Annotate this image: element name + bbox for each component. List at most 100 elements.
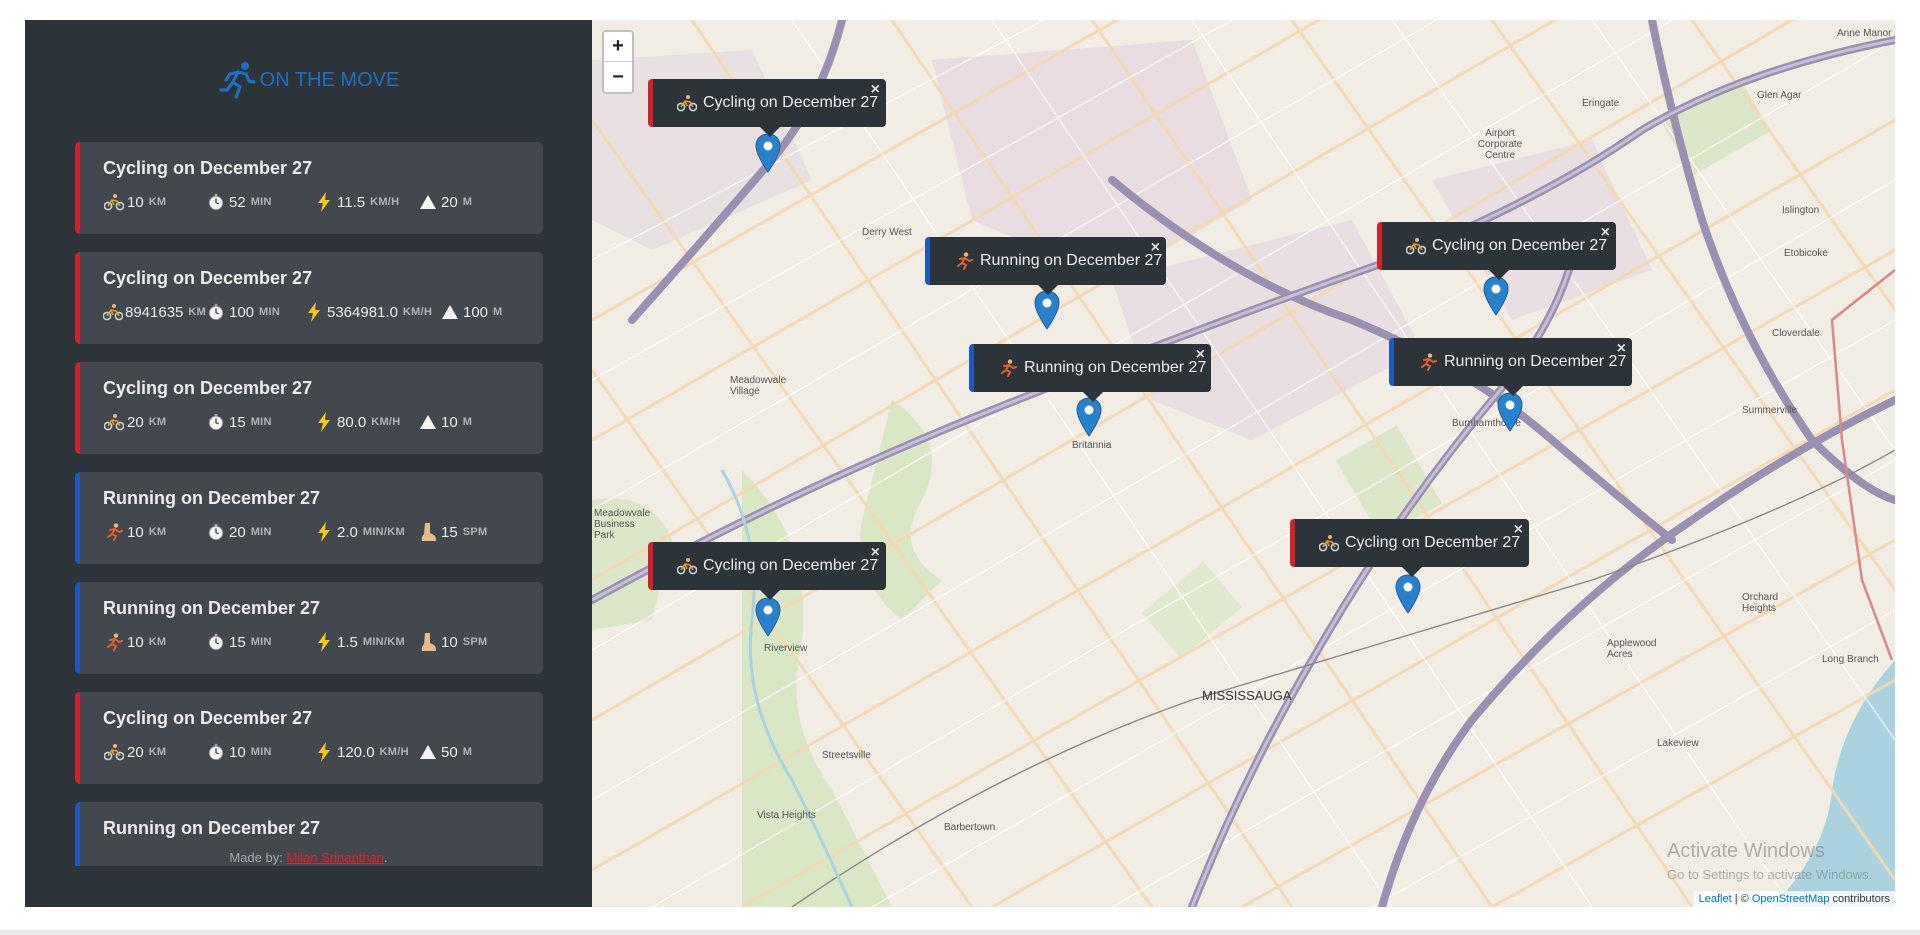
popup-text: Cycling on December 27 — [703, 94, 879, 111]
workout-details: 10 km 20 min 2.0 min/km 15 spm — [103, 522, 543, 542]
popup-text: Cycling on December 27 — [703, 557, 879, 574]
workout-popup[interactable]: Running on December 27 × — [1389, 338, 1632, 396]
extra-value: 10 — [441, 413, 458, 431]
map[interactable]: MISSISSAUGA Britannia Riverview Meadowva… — [592, 20, 1895, 907]
map-label-streetsville: Streetsville — [822, 750, 871, 761]
workout-popup[interactable]: Cycling on December 27 × — [1377, 222, 1616, 280]
distance-detail: 20 km — [103, 412, 205, 432]
workout-title: Running on December 27 — [103, 598, 321, 618]
map-marker-icon[interactable] — [755, 133, 781, 173]
zoom-in-button[interactable]: + — [604, 32, 632, 62]
foot-icon — [417, 522, 439, 542]
map-label-meadowvale-business-park: Meadowvale Business Park — [594, 508, 651, 541]
speed-detail: 1.5 min/km — [313, 632, 417, 652]
workout-popup[interactable]: Cycling on December 27 × — [648, 542, 886, 600]
workout-popup[interactable]: Running on December 27 × — [925, 237, 1166, 295]
map-marker-icon[interactable] — [1034, 290, 1060, 330]
close-icon[interactable]: × — [871, 81, 880, 99]
distance-unit: km — [148, 196, 167, 208]
distance-value: 20 — [127, 743, 144, 761]
workout-details: 10 km 52 min 11.5 km/h 20 m — [103, 192, 543, 212]
workout-popup[interactable]: Cycling on December 27 × — [648, 79, 886, 137]
speed-unit: km/h — [402, 306, 433, 318]
leaflet-link[interactable]: Leaflet — [1699, 893, 1732, 905]
lightning-icon — [313, 192, 335, 212]
footer: Made by: Milan Srinanthan. — [25, 850, 592, 865]
zoom-out-button[interactable]: − — [604, 62, 632, 92]
bicycle-icon — [103, 742, 125, 762]
distance-detail: 10 km — [103, 632, 205, 652]
author-link[interactable]: Milan Srinanthan — [286, 850, 384, 865]
map-label-vista-heights: Vista Heights — [757, 810, 816, 821]
map-marker-icon[interactable] — [755, 597, 781, 637]
workout-card[interactable]: Running on December 27 10 km 15 min 1.5 min/km… — [75, 582, 543, 674]
map-label-airport-corporate-centre: Airport Corporate Centre — [1477, 128, 1523, 161]
close-icon[interactable]: × — [1514, 521, 1523, 539]
runner-icon — [103, 632, 125, 652]
workout-card[interactable]: Running on December 27 10 km 20 min 2.0 min/km… — [75, 472, 543, 564]
workout-popup[interactable]: Cycling on December 27 × — [1290, 519, 1529, 577]
elevation-icon — [439, 302, 461, 322]
distance-value: 20 — [127, 413, 144, 431]
speed-detail: 80.0 km/h — [313, 412, 417, 432]
close-icon[interactable]: × — [1196, 346, 1205, 364]
osm-link[interactable]: OpenStreetMap — [1752, 893, 1830, 905]
map-label-riverview: Riverview — [764, 643, 808, 654]
extra-unit: m — [462, 196, 473, 208]
duration-detail: 15 min — [205, 412, 313, 432]
lightning-icon — [313, 742, 335, 762]
workout-card[interactable]: Cycling on December 27 20 km 10 min 120.0 km/h… — [75, 692, 543, 784]
duration-unit: min — [250, 636, 272, 648]
extra-detail: 10 spm — [417, 632, 487, 652]
close-icon[interactable]: × — [1617, 340, 1626, 358]
workout-card[interactable]: Cycling on December 27 8941635 km 100 min 536… — [75, 252, 543, 344]
duration-value: 52 — [229, 193, 246, 211]
workout-title: Cycling on December 27 — [103, 268, 313, 288]
close-icon[interactable]: × — [871, 544, 880, 562]
runner-icon — [998, 359, 1018, 377]
close-icon[interactable]: × — [1601, 224, 1610, 242]
duration-value: 10 — [229, 743, 246, 761]
speed-unit: km/h — [370, 196, 400, 208]
duration-unit: min — [259, 306, 281, 318]
workout-details: 10 km 15 min 1.5 min/km 10 spm — [103, 632, 543, 652]
map-tiles — [592, 20, 1895, 907]
workout-card[interactable]: Cycling on December 27 10 km 52 min 11.5 km/h 2… — [75, 142, 543, 234]
runner-icon — [954, 252, 974, 270]
speed-detail: 2.0 min/km — [313, 522, 417, 542]
duration-detail: 100 min — [205, 302, 303, 322]
popup-text: Cycling on December 27 — [1432, 237, 1608, 254]
map-marker-icon[interactable] — [1076, 397, 1102, 437]
workout-list[interactable]: Cycling on December 27 10 km 52 min 11.5 km/h 2… — [75, 142, 543, 866]
map-label-meadowvale-village: Meadowvale Village — [730, 375, 787, 397]
map-label-applewood-acres: Applewood Acres — [1607, 638, 1657, 660]
map-label-eringate: Eringate — [1582, 98, 1620, 109]
workout-details: 8941635 km 100 min 5364981.0 km/h 100 m — [103, 302, 543, 322]
duration-detail: 10 min — [205, 742, 313, 762]
distance-value: 10 — [127, 193, 144, 211]
distance-unit: km — [148, 526, 167, 538]
workout-details: 20 km 15 min 80.0 km/h 10 m — [103, 412, 543, 432]
duration-detail: 52 min — [205, 192, 313, 212]
bicycle-icon — [103, 302, 123, 322]
popup-tip — [759, 590, 780, 600]
distance-unit: km — [148, 416, 167, 428]
map-label-britannia: Britannia — [1072, 440, 1112, 451]
workout-popup[interactable]: Running on December 27 × — [969, 344, 1211, 402]
speed-unit: min/km — [362, 526, 405, 538]
workout-details: 20 km 10 min 120.0 km/h 50 m — [103, 742, 543, 762]
map-label-lakeview: Lakeview — [1657, 738, 1699, 749]
sidebar: ON THE MOVE Cycling on December 27 10 km 52… — [25, 20, 592, 907]
speed-value: 1.5 — [337, 633, 358, 651]
duration-detail: 20 min — [205, 522, 313, 542]
workout-card[interactable]: Cycling on December 27 20 km 15 min 80.0 km/h 1… — [75, 362, 543, 454]
map-marker-icon[interactable] — [1497, 392, 1523, 432]
map-marker-icon[interactable] — [1483, 276, 1509, 316]
bicycle-icon — [1319, 534, 1339, 552]
map-marker-icon[interactable] — [1395, 574, 1421, 614]
duration-detail: 15 min — [205, 632, 313, 652]
extra-unit: m — [462, 416, 473, 428]
close-icon[interactable]: × — [1151, 239, 1160, 257]
speed-value: 11.5 — [337, 193, 366, 211]
speed-unit: km/h — [371, 416, 401, 428]
